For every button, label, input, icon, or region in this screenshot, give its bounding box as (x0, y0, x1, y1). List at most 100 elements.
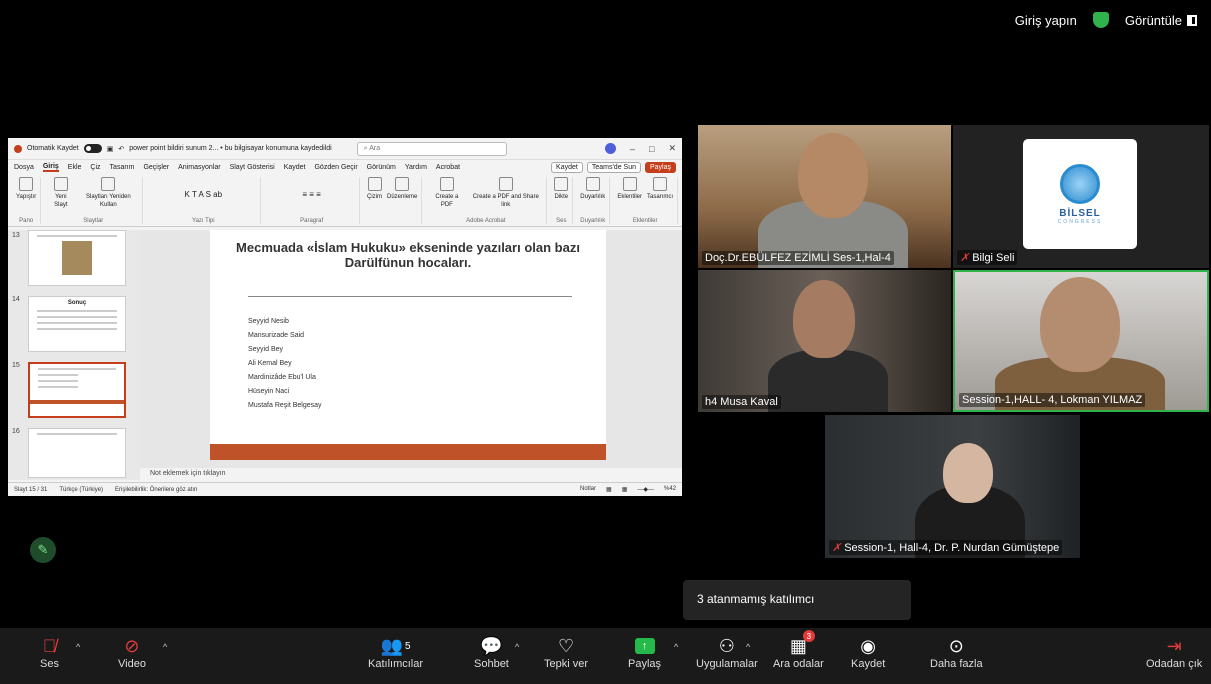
slide-item: Mardinizâde Ebu'l Ula (248, 374, 316, 381)
autosave-toggle[interactable] (83, 144, 102, 153)
mic-muted-icon: 🎙̸ (42, 635, 57, 656)
slide-thumb-14[interactable]: Sonuç (28, 296, 126, 352)
addins-button[interactable]: Eklentiler (617, 177, 642, 201)
drawing-button[interactable]: Çizim (367, 177, 382, 201)
tab-gozden-gecir[interactable]: Gözden Geçir (314, 164, 357, 171)
create-pdf-button[interactable]: Create a PDF (429, 177, 464, 209)
video-tile-active-speaker[interactable]: Session-1,HALL- 4, Lokman YILMAZ (953, 270, 1209, 412)
tab-dosya[interactable]: Dosya (14, 164, 34, 171)
tab-gorunum[interactable]: Görünüm (367, 164, 396, 171)
language[interactable]: Türkçe (Türkiye) (59, 487, 103, 493)
zoom-level[interactable]: %42 (664, 486, 676, 493)
tab-slayt-gosterisi[interactable]: Slayt Gösterisi (230, 164, 275, 171)
chat-button[interactable]: 💬 Sohbet (474, 634, 509, 671)
share-screen-button[interactable]: ↑ Paylaş (628, 634, 661, 670)
align-buttons[interactable]: ≡ ≡ ≡ (302, 191, 320, 199)
thumb-line (38, 386, 78, 388)
font-format-buttons[interactable]: K T A S ab (185, 191, 223, 199)
accessibility[interactable]: Erişilebilirlik: Önerilere göz atın (115, 487, 197, 493)
normal-view-icon[interactable]: ▦ (606, 486, 612, 493)
record-button[interactable]: ◉ Kaydet (851, 634, 885, 671)
video-tile[interactable]: h4 Musa Kaval (698, 270, 951, 412)
video-button[interactable]: ⊘ Video (118, 634, 146, 671)
tab-giris[interactable]: Giriş (42, 163, 59, 172)
editing-label: Düzenleme (387, 194, 418, 200)
group-name: Slaytlar (83, 218, 104, 224)
thumb-line (38, 368, 116, 370)
tab-yardim[interactable]: Yardım (405, 164, 427, 171)
grid-view-icon (1187, 14, 1197, 26)
annotate-pencil-icon[interactable]: ✎ (30, 537, 56, 563)
apps-button[interactable]: ⚇ Uygulamalar (696, 634, 758, 671)
teams-present-button[interactable]: Teams'de Sun (586, 162, 641, 173)
dictate-label: Dikte (554, 194, 569, 200)
tab-tasarim[interactable]: Tasarım (110, 164, 135, 171)
save-icon[interactable]: ▣ (107, 145, 114, 153)
paste-button[interactable]: Yapıştır (16, 177, 36, 201)
slide-item: Mansurizade Said (248, 332, 305, 339)
create-pdf-share-button[interactable]: Create a PDF and Share link (469, 177, 542, 209)
slide-canvas: Mecmuada «İslam Hukuku» ekseninde yazıla… (140, 230, 682, 468)
sensitivity-label: Duyarlılık (580, 194, 606, 200)
notes-placeholder[interactable]: Not eklemek için tıklayın (150, 470, 225, 477)
editing-button[interactable]: Düzenleme (387, 177, 417, 201)
new-slide-button[interactable]: Yeni Slayt (48, 177, 73, 209)
audio-options-chevron-icon[interactable]: ^ (76, 642, 80, 652)
breakout-rooms-button[interactable]: ▦ 3 Ara odalar (773, 630, 824, 670)
participants-button[interactable]: 👥 5 Katılımcılar (368, 634, 424, 671)
participant-body (768, 350, 888, 412)
slide-list: Seyyid Nesib Mansurizade Said Seyyid Bey… (248, 315, 606, 413)
tab-ekle[interactable]: Ekle (68, 164, 82, 171)
video-tile[interactable]: Doç.Dr.EBÜLFEZ EZİMLİ Ses-1,Hal-4 (698, 125, 951, 268)
ppt-tabs: Dosya Giriş Ekle Çiz Tasarım Geçişler An… (8, 160, 682, 175)
group-name: Duyarlılık (580, 218, 606, 224)
tab-kaydet[interactable]: Kaydet (284, 164, 306, 171)
tab-animasyonlar[interactable]: Animasyonlar (178, 164, 220, 171)
dictate-button[interactable]: Dikte (554, 177, 569, 201)
minimize-icon[interactable]: – (630, 144, 635, 154)
audio-label: Ses (40, 658, 59, 670)
undo-icon[interactable]: ↶ (118, 145, 124, 153)
ppt-save-button[interactable]: Kaydet (551, 162, 583, 173)
view-button[interactable]: Görüntüle (1125, 13, 1197, 28)
zoom-slider[interactable]: —◆— (637, 486, 654, 493)
tab-ciz[interactable]: Çiz (90, 164, 100, 171)
share-options-chevron-icon[interactable]: ^ (674, 642, 678, 652)
chat-options-chevron-icon[interactable]: ^ (515, 642, 519, 652)
close-icon[interactable]: ✕ (668, 143, 676, 154)
video-options-chevron-icon[interactable]: ^ (163, 642, 167, 652)
breakout-label: Ara odalar (773, 658, 824, 670)
participants-label: Katılımcılar (368, 658, 424, 670)
slide-thumb-16[interactable] (28, 428, 126, 478)
video-tile[interactable]: BİLSEL CONGRESS ✗ Bilgi Seli (953, 125, 1209, 268)
participants-icon: 👥 5 (380, 635, 411, 656)
camera-off-icon: ⊘ (124, 635, 140, 656)
designer-label: Tasarımcı (647, 194, 674, 200)
audio-button[interactable]: 🎙̸ Ses (40, 634, 59, 671)
video-tile[interactable]: ✗ Session-1, Hall-4, Dr. P. Nurdan Gümüşt… (825, 415, 1080, 558)
slide-thumb-13[interactable] (28, 230, 126, 286)
participant-name-box: ✗ Bilgi Seli (957, 250, 1018, 265)
sensitivity-button[interactable]: Duyarlılık (580, 177, 605, 201)
react-button[interactable]: ♡ Tepki ver (544, 634, 588, 671)
reuse-slides-button[interactable]: Slaytları Yeniden Kullan (78, 177, 138, 209)
ppt-search-box[interactable]: ⌕ Ara (356, 141, 507, 156)
security-shield-icon[interactable] (1092, 12, 1109, 28)
signin-link[interactable]: Giriş yapın (1015, 13, 1077, 28)
leave-room-button[interactable]: ⇥ Odadan çık (1146, 634, 1202, 671)
more-button[interactable]: ⊙ Daha fazla (930, 634, 983, 671)
tab-acrobat[interactable]: Acrobat (436, 164, 460, 171)
slide-thumb-15[interactable] (28, 362, 126, 418)
participant-name: Session-1,HALL- 4, Lokman YILMAZ (959, 393, 1146, 407)
notes-button[interactable]: Notlar (580, 486, 596, 493)
new-slide-label: Yeni Slayt (54, 194, 68, 208)
apps-options-chevron-icon[interactable]: ^ (746, 642, 750, 652)
sorter-view-icon[interactable]: ▦ (622, 486, 628, 493)
ribbon: Yapıştır Pano Yeni Slayt Slaytları Yeniden… (8, 175, 682, 227)
maximize-icon[interactable]: □ (649, 144, 654, 154)
user-avatar[interactable] (605, 143, 616, 154)
tab-gecisler[interactable]: Geçişler (143, 164, 169, 171)
ppt-share-button[interactable]: Paylaş (644, 162, 676, 173)
current-slide[interactable]: Mecmuada «İslam Hukuku» ekseninde yazıla… (210, 230, 606, 460)
designer-button[interactable]: Tasarımcı (647, 177, 673, 201)
